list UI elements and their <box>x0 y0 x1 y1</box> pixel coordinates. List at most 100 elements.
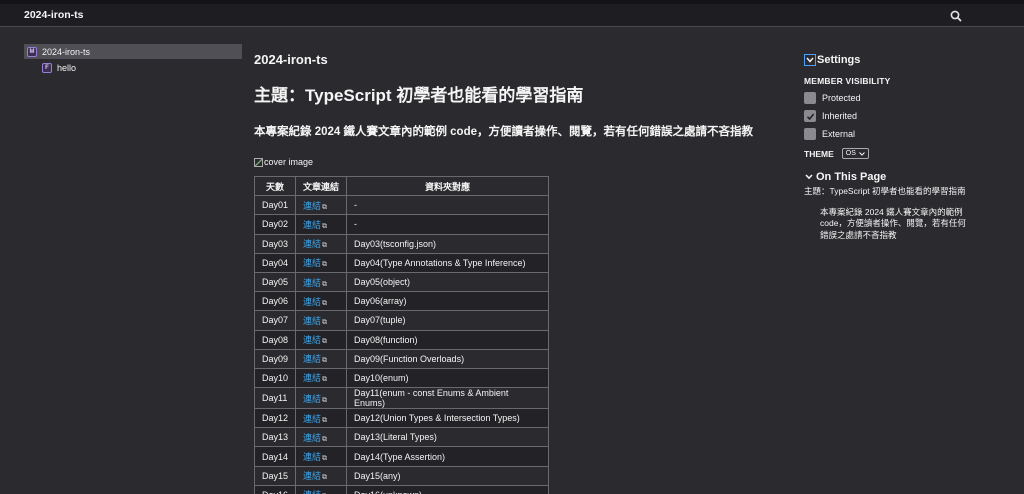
external-link-icon: ⧉ <box>322 396 328 404</box>
article-link[interactable]: 連結 <box>303 316 321 326</box>
link-cell: 連結⧉ <box>295 408 348 429</box>
nav-item-project[interactable]: M 2024-iron-ts <box>24 44 242 59</box>
table-row: Day06 連結⧉ Day06(array) <box>253 291 549 312</box>
settings-sidebar: Settings MEMBER VISIBILITY Protected Inh… <box>804 53 984 241</box>
link-cell: 連結⧉ <box>295 195 348 216</box>
checkbox-external[interactable]: External <box>804 125 984 143</box>
checkbox-box[interactable] <box>804 92 816 104</box>
broken-image-icon <box>254 157 263 167</box>
day-cell: Day14 <box>253 446 297 467</box>
table-row: Day14 連結⧉ Day14(Type Assertion) <box>253 446 549 467</box>
link-cell: 連結⧉ <box>295 214 348 235</box>
folder-cell: Day12(Union Types & Intersection Types) <box>346 408 549 429</box>
nav-item-label: hello <box>57 62 77 73</box>
checkbox-box[interactable] <box>804 128 816 140</box>
nav-item-label: 2024-iron-ts <box>42 46 91 57</box>
folder-cell: Day15(any) <box>346 465 549 486</box>
theme-label: THEME <box>804 148 834 159</box>
days-table: 天數 文章連結 資料夾對應 Day01 連結⧉ - Day02 連結⧉ - Day03 連結⧉… <box>253 175 549 494</box>
column-header-link: 文章連結 <box>295 175 348 197</box>
article-link[interactable]: 連結 <box>303 373 321 383</box>
day-cell: Day02 <box>253 214 297 235</box>
theme-select[interactable]: OS <box>841 148 869 159</box>
cover-image-alt: cover image <box>264 157 314 167</box>
chevron-down-icon <box>804 54 816 66</box>
link-cell: 連結⧉ <box>295 271 348 293</box>
table-row: Day04 連結⧉ Day04(Type Annotations & Type In… <box>253 252 549 273</box>
external-link-icon: ⧉ <box>322 299 328 307</box>
toc-item-h1[interactable]: 主題：TypeScript 初學者也能看的學習指南 <box>804 186 984 198</box>
day-cell: Day11 <box>253 387 297 410</box>
table-body: Day01 連結⧉ - Day02 連結⧉ - Day03 連結⧉ Day03(tsconfig… <box>253 195 549 494</box>
folder-cell: Day08(function) <box>346 329 549 350</box>
article-link[interactable]: 連結 <box>303 394 321 404</box>
day-cell: Day13 <box>253 427 297 448</box>
nav-item-hello[interactable]: F hello <box>24 60 242 75</box>
external-link-icon: ⧉ <box>322 474 328 482</box>
column-header-folder: 資料夾對應 <box>346 175 549 197</box>
day-cell: Day16 <box>253 484 297 494</box>
settings-title: Settings <box>817 54 861 66</box>
day-cell: Day15 <box>253 465 297 486</box>
day-cell: Day07 <box>253 310 297 331</box>
day-cell: Day03 <box>253 233 297 254</box>
on-this-page-toggle[interactable]: On This Page <box>804 170 984 184</box>
function-icon: F <box>42 62 52 73</box>
checkbox-box[interactable] <box>804 110 816 122</box>
article-link[interactable]: 連結 <box>303 490 321 494</box>
member-visibility-label: MEMBER VISIBILITY <box>804 76 891 86</box>
chevron-down-icon <box>859 151 865 156</box>
table-row: Day13 連結⧉ Day13(Literal Types) <box>253 427 549 448</box>
table-row: Day15 連結⧉ Day15(any) <box>253 465 549 486</box>
table-row: Day07 連結⧉ Day07(tuple) <box>253 310 549 331</box>
article-link[interactable]: 連結 <box>303 201 321 211</box>
link-cell: 連結⧉ <box>295 252 348 273</box>
theme-value: OS <box>845 150 856 157</box>
link-cell: 連結⧉ <box>295 484 348 494</box>
day-cell: Day04 <box>253 252 297 273</box>
module-icon: M <box>27 46 37 57</box>
folder-cell: Day14(Type Assertion) <box>346 446 549 467</box>
folder-cell: Day06(array) <box>346 291 549 312</box>
table-row: Day09 連結⧉ Day09(Function Overloads) <box>253 348 549 369</box>
article-link[interactable]: 連結 <box>303 414 321 424</box>
table-row: Day02 連結⧉ - <box>253 214 549 235</box>
checkbox-inherited[interactable]: Inherited <box>804 107 984 125</box>
main-content: 2024-iron-ts 主題：TypeScript 初學者也能看的學習指南 本… <box>253 52 784 494</box>
article-link[interactable]: 連結 <box>303 258 321 268</box>
article-link[interactable]: 連結 <box>303 471 321 481</box>
link-cell: 連結⧉ <box>295 233 348 254</box>
article-link[interactable]: 連結 <box>303 220 321 230</box>
site-name-link[interactable]: 2024-iron-ts <box>24 9 84 21</box>
article-link[interactable]: 連結 <box>303 335 321 345</box>
top-bar: 2024-iron-ts <box>0 0 1024 27</box>
external-link-icon: ⧉ <box>322 455 328 463</box>
settings-toggle[interactable]: Settings <box>804 53 984 67</box>
checkbox-label: Inherited <box>822 111 858 121</box>
folder-cell: Day13(Literal Types) <box>346 427 549 448</box>
article-link[interactable]: 連結 <box>303 433 321 443</box>
link-cell: 連結⧉ <box>295 310 348 331</box>
external-link-icon: ⧉ <box>322 242 328 250</box>
article-link[interactable]: 連結 <box>303 452 321 462</box>
link-cell: 連結⧉ <box>295 427 348 448</box>
folder-cell: Day04(Type Annotations & Type Inference) <box>346 252 549 273</box>
link-cell: 連結⧉ <box>295 291 348 312</box>
page-title: 2024-iron-ts <box>254 52 328 67</box>
article-link[interactable]: 連結 <box>303 354 321 364</box>
folder-cell: Day16(unknown) <box>346 484 549 494</box>
checkbox-protected[interactable]: Protected <box>804 89 984 107</box>
toc-item-h2[interactable]: 本專案紀錄 2024 鐵人賽文章內的範例 code，方便讀者操作、閱覽，若有任何… <box>804 207 974 242</box>
search-icon[interactable] <box>948 8 964 24</box>
link-cell: 連結⧉ <box>295 387 348 410</box>
link-cell: 連結⧉ <box>295 465 348 486</box>
external-link-icon: ⧉ <box>322 222 328 230</box>
day-cell: Day10 <box>253 367 297 389</box>
article-link[interactable]: 連結 <box>303 239 321 249</box>
folder-cell: Day11(enum - const Enums & Ambient Enums… <box>346 387 549 410</box>
article-link[interactable]: 連結 <box>303 278 321 288</box>
article-link[interactable]: 連結 <box>303 297 321 307</box>
column-header-day: 天數 <box>253 175 297 197</box>
day-cell: Day06 <box>253 291 297 312</box>
day-cell: Day01 <box>253 195 297 216</box>
